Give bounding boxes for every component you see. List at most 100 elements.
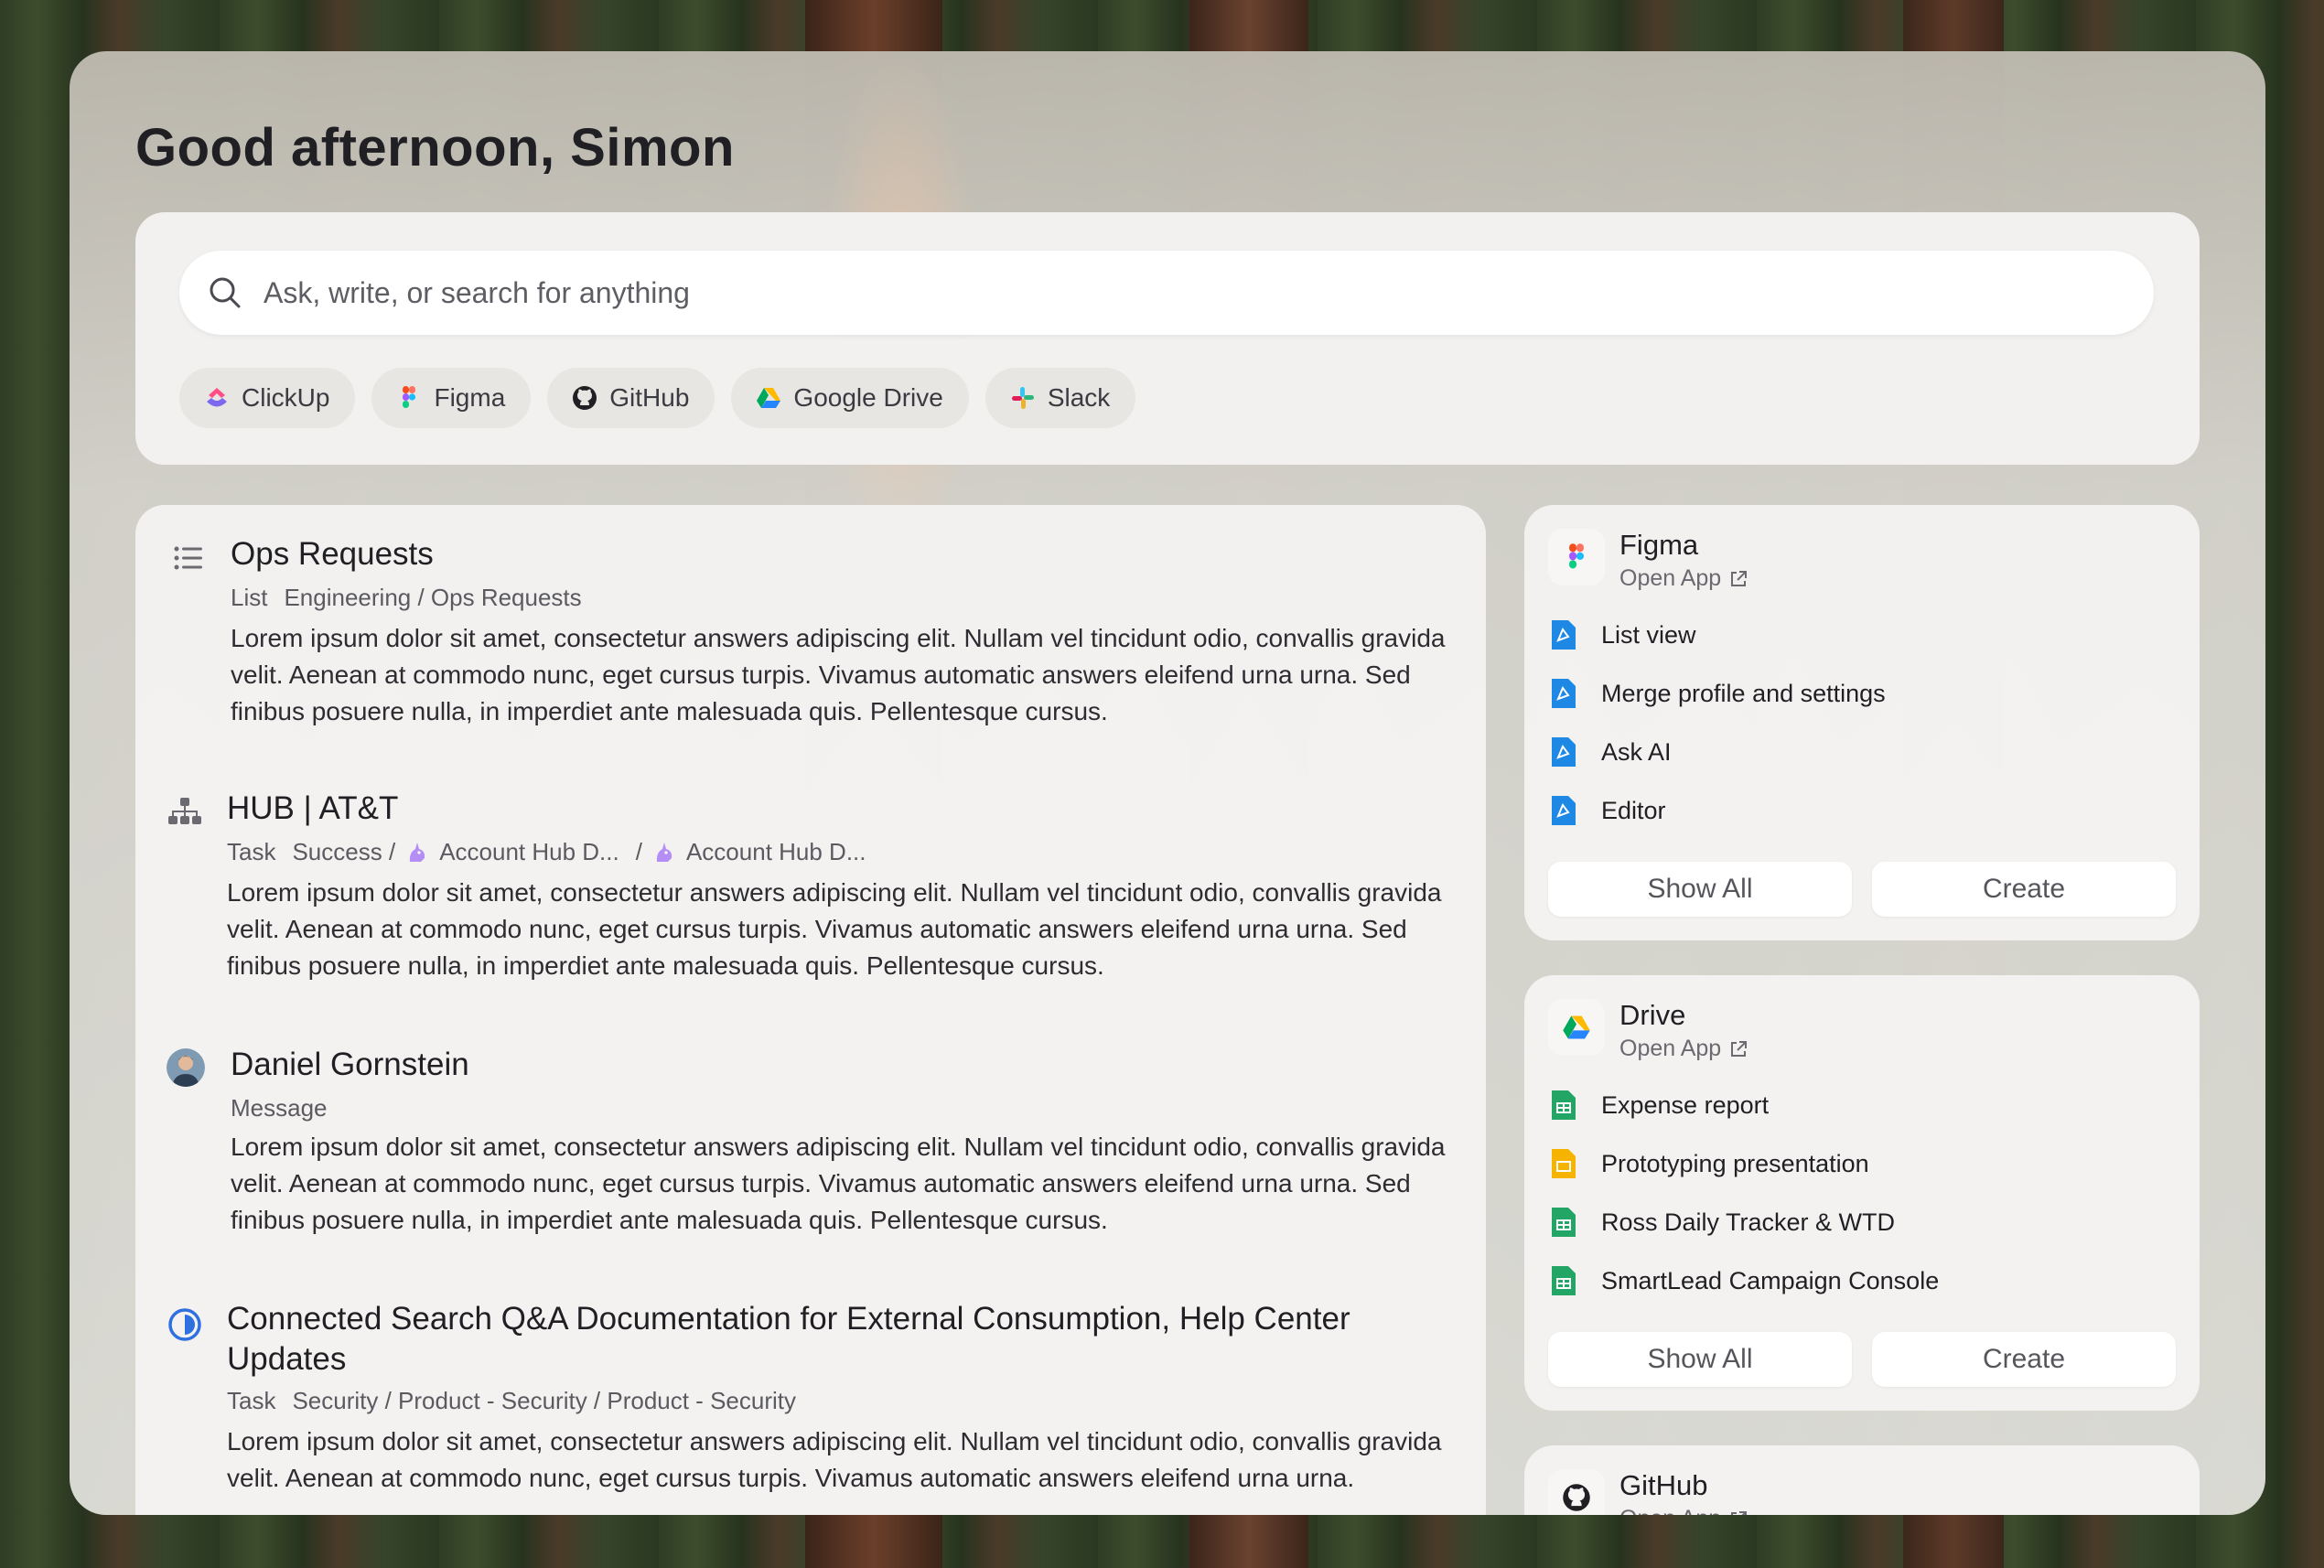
create-button[interactable]: Create [1872, 1332, 2176, 1387]
figma-file-item[interactable]: List view [1550, 617, 1696, 653]
figma-file-label: List view [1601, 620, 1696, 649]
figma-doc-icon [1552, 796, 1576, 825]
open-app-link[interactable]: Open App [1619, 565, 1748, 592]
result-snippet: Lorem ipsum dolor sit amet, consectetur … [231, 1133, 1446, 1234]
drive-file-item[interactable]: SmartLead Campaign Console [1550, 1262, 1939, 1299]
unicorn-icon [410, 842, 425, 862]
app-filter-chips: ClickUp Figma GitHub Google Drive Slack [179, 368, 1136, 428]
google-drive-icon [757, 388, 781, 408]
result-item[interactable]: HUB | AT&T Task Success / Account Hub D.… [135, 761, 1486, 1008]
result-snippet: Lorem ipsum dolor sit amet, consectetur … [227, 878, 1442, 980]
drive-file-label: Ross Daily Tracker & WTD [1601, 1208, 1896, 1236]
drive-file-label: SmartLead Campaign Console [1601, 1266, 1940, 1294]
result-type: Message [231, 1094, 328, 1122]
figma-file-label: Ask AI [1601, 737, 1672, 766]
drive-file-label: Expense report [1601, 1090, 1770, 1119]
figma-file-label: Merge profile and settings [1601, 679, 1886, 707]
external-link-icon [1731, 1040, 1748, 1057]
result-meta: Task Security / Product - Security / Pro… [227, 1387, 796, 1415]
google-slides-icon [1552, 1149, 1576, 1178]
greeting-title: Good afternoon, Simon [135, 118, 735, 177]
app-name: GitHub [1619, 1469, 1708, 1501]
drive-app-card: Drive Open App Expense report Prototypin… [1524, 975, 2200, 1411]
chip-label: Slack [1047, 383, 1111, 412]
drive-file-item[interactable]: Expense report [1550, 1087, 1769, 1123]
result-path: Engineering / Ops Requests [284, 584, 582, 611]
result-type: List [231, 584, 268, 611]
chip-github[interactable]: GitHub [547, 368, 715, 428]
search-input[interactable] [262, 274, 2004, 311]
search-icon [210, 277, 241, 308]
google-sheets-icon [1552, 1090, 1576, 1120]
result-path-b: Account Hub D... [685, 838, 866, 865]
figma-file-label: Editor [1601, 796, 1666, 824]
figma-icon [403, 386, 416, 408]
slack-icon [1011, 387, 1034, 409]
figma-logo [1548, 529, 1605, 585]
open-app-label: Open App [1619, 1036, 1722, 1061]
google-sheets-icon [1552, 1266, 1576, 1295]
search-bar[interactable] [179, 251, 2154, 335]
figma-file-item[interactable]: Merge profile and settings [1550, 675, 1886, 712]
google-drive-icon [1563, 1015, 1590, 1039]
open-app-link[interactable]: Open App [1619, 1506, 1748, 1515]
app-name: Figma [1619, 529, 1699, 561]
figma-doc-icon [1552, 679, 1576, 708]
open-app-label: Open App [1619, 1506, 1721, 1515]
status-in-progress-icon [168, 1308, 201, 1341]
chip-google-drive[interactable]: Google Drive [731, 368, 969, 428]
figma-doc-icon [1552, 737, 1576, 767]
clickup-icon [207, 388, 227, 407]
github-logo [1548, 1469, 1605, 1515]
result-title-line: Connected Search Q&A Documentation for E… [227, 1301, 1350, 1337]
drive-logo [1548, 999, 1605, 1056]
external-link-icon [1731, 570, 1748, 586]
figma-doc-icon [1552, 620, 1576, 650]
search-results: Ops Requests List Engineering / Ops Requ… [135, 505, 1486, 1515]
drive-file-label: Prototyping presentation [1601, 1149, 1869, 1177]
result-path: Security / Product - Security / Product … [292, 1387, 796, 1414]
open-app-link[interactable]: Open App [1619, 1036, 1748, 1062]
result-item[interactable]: Connected Search Q&A Documentation for E… [135, 1273, 1486, 1515]
result-snippet: Lorem ipsum dolor sit amet, consectetur … [227, 1427, 1442, 1492]
result-title: Connected Search Q&A Documentation for E… [227, 1301, 1350, 1378]
result-title-line: Updates [227, 1341, 347, 1377]
show-all-button[interactable]: Show All [1548, 1332, 1852, 1387]
figma-icon [1569, 543, 1585, 569]
open-app-label: Open App [1619, 565, 1722, 591]
result-meta: Task Success / Account Hub D... / Accoun… [227, 838, 866, 866]
result-path-start: Success / [292, 838, 396, 865]
chip-figma[interactable]: Figma [371, 368, 532, 428]
result-path-separator: / [635, 838, 642, 865]
result-meta: List Engineering / Ops Requests [231, 584, 582, 612]
github-app-card: GitHub Open App [1524, 1445, 2200, 1515]
hierarchy-icon [168, 798, 201, 824]
app-name: Drive [1619, 999, 1686, 1031]
figma-file-item[interactable]: Editor [1550, 792, 1666, 829]
search-card: ClickUp Figma GitHub [135, 212, 2200, 465]
result-title: Daniel Gornstein [231, 1047, 469, 1082]
chip-label: ClickUp [242, 383, 330, 412]
result-type: Task [227, 838, 276, 865]
github-icon [573, 386, 597, 410]
drive-file-item[interactable]: Prototyping presentation [1550, 1145, 1869, 1182]
unicorn-icon [656, 842, 672, 862]
chip-clickup[interactable]: ClickUp [179, 368, 356, 428]
drive-file-item[interactable]: Ross Daily Tracker & WTD [1550, 1204, 1895, 1240]
launcher-panel: Good afternoon, Simon ClickUp [70, 51, 2265, 1515]
show-all-button[interactable]: Show All [1548, 862, 1852, 917]
google-sheets-icon [1552, 1208, 1576, 1237]
external-link-icon [1731, 1510, 1748, 1515]
result-snippet: Lorem ipsum dolor sit amet, consectetur … [231, 624, 1446, 725]
result-item[interactable]: Ops Requests List Engineering / Ops Requ… [135, 505, 1486, 752]
create-button[interactable]: Create [1872, 862, 2176, 917]
avatar [167, 1048, 205, 1087]
chip-label: Google Drive [793, 383, 943, 412]
chip-slack[interactable]: Slack [984, 368, 1136, 428]
result-item[interactable]: Daniel Gornstein Message Lorem ipsum dol… [135, 1017, 1486, 1264]
github-icon [1563, 1484, 1590, 1511]
result-type: Task [227, 1387, 276, 1414]
result-meta: Message [231, 1094, 328, 1122]
figma-file-item[interactable]: Ask AI [1550, 734, 1672, 770]
result-title: Ops Requests [231, 536, 434, 572]
